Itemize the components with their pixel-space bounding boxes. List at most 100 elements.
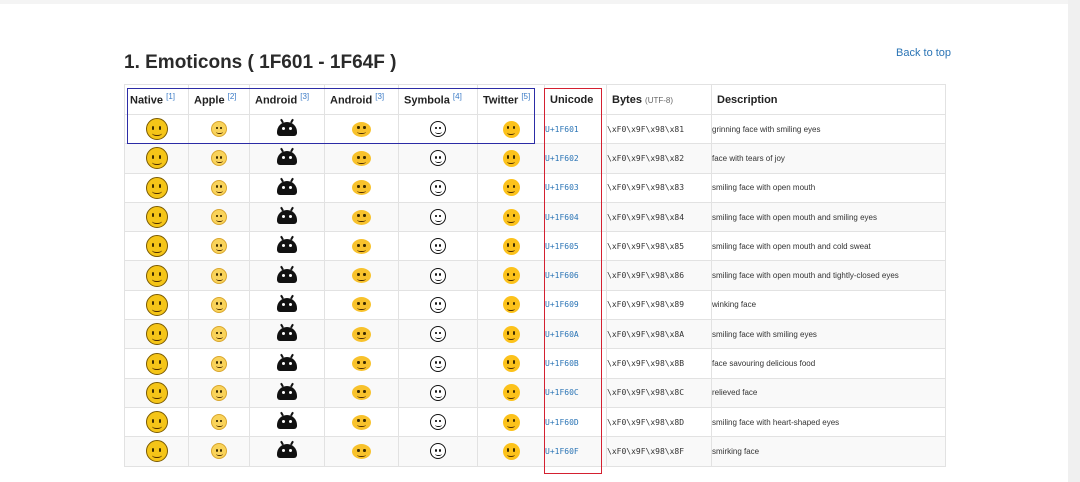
emoji-description: relieved face [711, 377, 946, 408]
unicode-link[interactable]: U+1F60B [544, 348, 607, 379]
unicode-link[interactable]: U+1F602 [544, 143, 607, 174]
symbola-emoji-icon [430, 238, 446, 255]
android-blob-emoji-cell [324, 319, 399, 350]
native-emoji-icon [145, 118, 168, 141]
twitter-emoji-cell [477, 406, 545, 438]
col-header-unicode: Unicode [544, 84, 607, 115]
table-row: U+1F602 \xF0\x9F\x98\x82 face with tears o… [124, 143, 946, 174]
twitter-emoji-cell [477, 260, 545, 291]
android-robot-emoji-icon [277, 444, 297, 459]
android-emoji-cell [249, 172, 325, 203]
utf8-bytes: \xF0\x9F\x98\x8F [606, 436, 712, 467]
unicode-link[interactable]: U+1F60D [544, 406, 607, 438]
apple-emoji-cell [188, 289, 250, 321]
unicode-link[interactable]: U+1F609 [544, 289, 607, 321]
ref-link[interactable]: [3] [300, 92, 309, 101]
native-emoji-cell [124, 172, 189, 203]
native-emoji-icon [145, 235, 168, 258]
symbola-emoji-cell [398, 260, 478, 291]
twitter-emoji-icon [502, 120, 520, 138]
emoji-description: smiling face with open mouth [711, 172, 946, 203]
ref-link[interactable]: [3] [375, 92, 384, 101]
native-emoji-icon [145, 176, 168, 199]
unicode-link[interactable]: U+1F606 [544, 260, 607, 291]
apple-emoji-icon [211, 414, 227, 431]
native-emoji-icon [145, 352, 168, 375]
android-blob-emoji-icon [352, 238, 371, 254]
android-blob-emoji-icon [352, 121, 371, 137]
utf8-bytes: \xF0\x9F\x98\x89 [606, 289, 712, 321]
android-emoji-cell [249, 260, 325, 291]
symbola-emoji-icon [430, 384, 446, 401]
emoji-table: Native [1] Apple [2] Android [3] Android… [124, 84, 946, 467]
unicode-link[interactable]: U+1F601 [544, 113, 607, 145]
android-emoji-cell [249, 319, 325, 350]
col-header-android: Android [3] [249, 84, 325, 115]
emoji-description: smirking face [711, 436, 946, 467]
back-to-top-link[interactable]: Back to top [896, 47, 951, 59]
symbola-emoji-cell [398, 231, 478, 262]
apple-emoji-icon [211, 384, 227, 401]
android-robot-emoji-icon [277, 122, 297, 137]
browser-top-strip [0, 0, 1080, 4]
android-robot-emoji-icon [277, 180, 297, 195]
unicode-link[interactable]: U+1F60C [544, 377, 607, 408]
android-robot-emoji-icon [277, 239, 297, 254]
symbola-emoji-icon [430, 355, 446, 372]
apple-emoji-cell [188, 172, 250, 203]
col-header-description: Description [711, 84, 946, 115]
native-emoji-cell [124, 113, 189, 145]
unicode-link[interactable]: U+1F603 [544, 172, 607, 203]
emoji-description: smiling face with smiling eyes [711, 319, 946, 350]
apple-emoji-icon [211, 355, 227, 372]
ref-link[interactable]: [5] [521, 92, 530, 101]
ref-link[interactable]: [4] [453, 92, 462, 101]
twitter-emoji-cell [477, 436, 545, 467]
symbola-emoji-cell [398, 289, 478, 321]
unicode-link[interactable]: U+1F60F [544, 436, 607, 467]
symbola-emoji-cell [398, 113, 478, 145]
apple-emoji-icon [211, 150, 227, 167]
apple-emoji-cell [188, 201, 250, 233]
utf8-bytes: \xF0\x9F\x98\x85 [606, 231, 712, 262]
apple-emoji-icon [211, 179, 227, 196]
native-emoji-cell [124, 406, 189, 438]
utf8-bytes: \xF0\x9F\x98\x83 [606, 172, 712, 203]
twitter-emoji-icon [502, 325, 520, 343]
col-header-symbola: Symbola [4] [398, 84, 478, 115]
android-blob-emoji-icon [352, 326, 371, 342]
android-blob-emoji-cell [324, 113, 399, 145]
android-emoji-cell [249, 348, 325, 379]
apple-emoji-cell [188, 113, 250, 145]
native-emoji-cell [124, 348, 189, 379]
native-emoji-icon [145, 323, 168, 346]
apple-emoji-cell [188, 231, 250, 262]
symbola-emoji-icon [430, 179, 446, 196]
apple-emoji-cell [188, 406, 250, 438]
symbola-emoji-icon [430, 326, 446, 343]
android-blob-emoji-icon [352, 209, 371, 225]
native-emoji-icon [145, 264, 168, 287]
page-title: 1. Emoticons ( 1F601 - 1F64F ) [124, 52, 397, 73]
twitter-emoji-cell [477, 172, 545, 203]
table-row: U+1F60D \xF0\x9F\x98\x8D smiling face with… [124, 406, 946, 438]
ref-link[interactable]: [1] [166, 92, 175, 101]
unicode-link[interactable]: U+1F605 [544, 231, 607, 262]
twitter-emoji-cell [477, 231, 545, 262]
symbola-emoji-cell [398, 377, 478, 408]
twitter-emoji-icon [502, 442, 520, 460]
vertical-scrollbar[interactable] [1068, 0, 1080, 482]
ref-link[interactable]: [2] [228, 92, 237, 101]
twitter-emoji-cell [477, 319, 545, 350]
emoji-description: smiling face with heart-shaped eyes [711, 406, 946, 438]
native-emoji-cell [124, 289, 189, 321]
symbola-emoji-icon [430, 296, 446, 313]
table-row: U+1F606 \xF0\x9F\x98\x86 smiling face with… [124, 260, 946, 291]
android-robot-emoji-icon [277, 151, 297, 166]
unicode-link[interactable]: U+1F604 [544, 201, 607, 233]
table-row: U+1F605 \xF0\x9F\x98\x85 smiling face with… [124, 231, 946, 262]
unicode-link[interactable]: U+1F60A [544, 319, 607, 350]
col-header-native: Native [1] [124, 84, 189, 115]
utf8-bytes: \xF0\x9F\x98\x84 [606, 201, 712, 233]
android-blob-emoji-cell [324, 377, 399, 408]
